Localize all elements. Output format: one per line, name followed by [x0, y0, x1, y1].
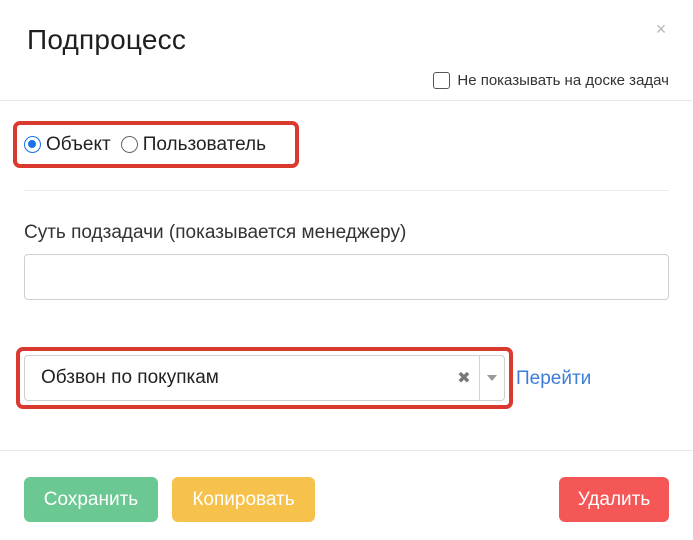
radio-object-label: Объект — [46, 133, 111, 155]
process-select-highlight: Обзвон по покупкам ✖ — [16, 347, 513, 409]
radio-object[interactable]: Объект — [24, 134, 111, 156]
checkbox-box[interactable] — [433, 72, 451, 89]
subprocess-modal: Подпроцесс × Не показывать на доске зада… — [0, 0, 693, 540]
save-button[interactable]: Сохранить — [24, 477, 158, 522]
close-icon[interactable]: × — [652, 20, 670, 38]
radio-user-dot[interactable] — [120, 136, 138, 153]
hide-on-board-label: Не показывать на доске задач — [457, 72, 669, 89]
hide-on-board-checkbox[interactable]: Не показывать на доске задач — [433, 72, 669, 89]
chevron-down-icon[interactable] — [480, 356, 504, 400]
copy-button[interactable]: Копировать — [172, 477, 315, 522]
radio-user[interactable]: Пользователь — [120, 133, 266, 156]
modal-title: Подпроцесс — [27, 24, 187, 55]
process-select-value: Обзвон по покупкам — [41, 367, 219, 388]
goto-link[interactable]: Перейти — [516, 368, 591, 390]
process-select[interactable]: Обзвон по покупкам ✖ — [24, 355, 505, 401]
subtask-label: Суть подзадачи (показывается менеджеру) — [24, 222, 407, 243]
clear-icon[interactable]: ✖ — [449, 368, 479, 388]
radio-object-dot[interactable] — [24, 136, 41, 153]
header-divider — [0, 100, 693, 101]
subtask-input[interactable] — [24, 254, 669, 300]
radio-user-label: Пользователь — [142, 133, 266, 155]
footer-divider — [0, 450, 693, 451]
section-divider — [24, 190, 669, 191]
type-radio-group: Объект Пользователь — [13, 121, 299, 168]
delete-button[interactable]: Удалить — [559, 477, 669, 522]
